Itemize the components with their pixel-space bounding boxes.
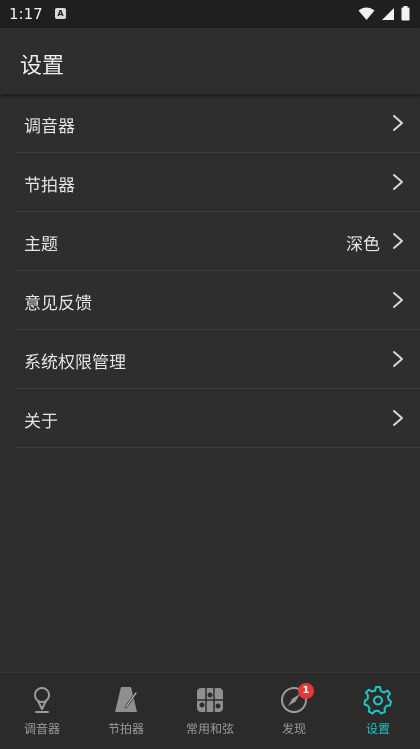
signal-icon [382,7,394,20]
nav-label: 节拍器 [107,722,144,736]
nav-item-chords[interactable]: 常用和弦 [168,673,252,749]
settings-item-label: 节拍器 [24,176,75,196]
wifi-icon [358,7,375,20]
bottom-nav: 调音器 节拍器 常用和弦 1 发现 设置 [0,672,420,749]
status-icons [358,6,410,21]
gear-icon [363,686,392,715]
chevron-right-icon [393,115,403,131]
settings-item-label: 主题 [24,235,58,255]
chevron-right-icon [393,233,403,249]
settings-item-feedback[interactable]: 意见反馈 [16,271,420,330]
nav-item-discover[interactable]: 1 发现 [252,673,336,749]
nav-label: 发现 [281,722,306,736]
chevron-right-icon [393,410,403,426]
nav-item-settings[interactable]: 设置 [336,673,420,749]
settings-item-label: 关于 [24,412,58,432]
settings-item-metronome[interactable]: 节拍器 [16,153,420,212]
nav-label: 常用和弦 [185,722,234,736]
nav-label: 设置 [365,722,390,736]
settings-item-label: 意见反馈 [24,294,92,314]
nav-item-tuner[interactable]: 调音器 [0,673,84,749]
chevron-right-icon [393,351,403,367]
nav-item-metronome[interactable]: 节拍器 [84,673,168,749]
status-bar: 1:17 A [0,0,420,28]
notification-badge: 1 [298,683,314,699]
settings-item-label: 调音器 [24,117,75,137]
app-bar: 设置 [0,28,420,94]
metronome-icon [115,687,138,712]
settings-item-label: 系统权限管理 [24,353,126,373]
settings-item-permissions[interactable]: 系统权限管理 [16,330,420,389]
nav-label: 调音器 [23,722,60,736]
status-time: 1:17 [9,5,43,23]
notification-icon: A [55,8,66,19]
settings-item-theme[interactable]: 主题 深色 [16,212,420,271]
settings-list: 调音器 节拍器 主题 深色 意见反馈 系统权限管理 关于 [0,94,420,448]
settings-item-about[interactable]: 关于 [16,389,420,448]
chevron-right-icon [393,292,403,308]
theme-value: 深色 [346,235,380,255]
battery-icon [401,6,410,21]
settings-item-tuner[interactable]: 调音器 [16,94,420,153]
chevron-right-icon [393,174,403,190]
chord-icon [197,688,223,712]
tuner-icon [34,687,50,713]
page-title: 设置 [20,54,65,79]
